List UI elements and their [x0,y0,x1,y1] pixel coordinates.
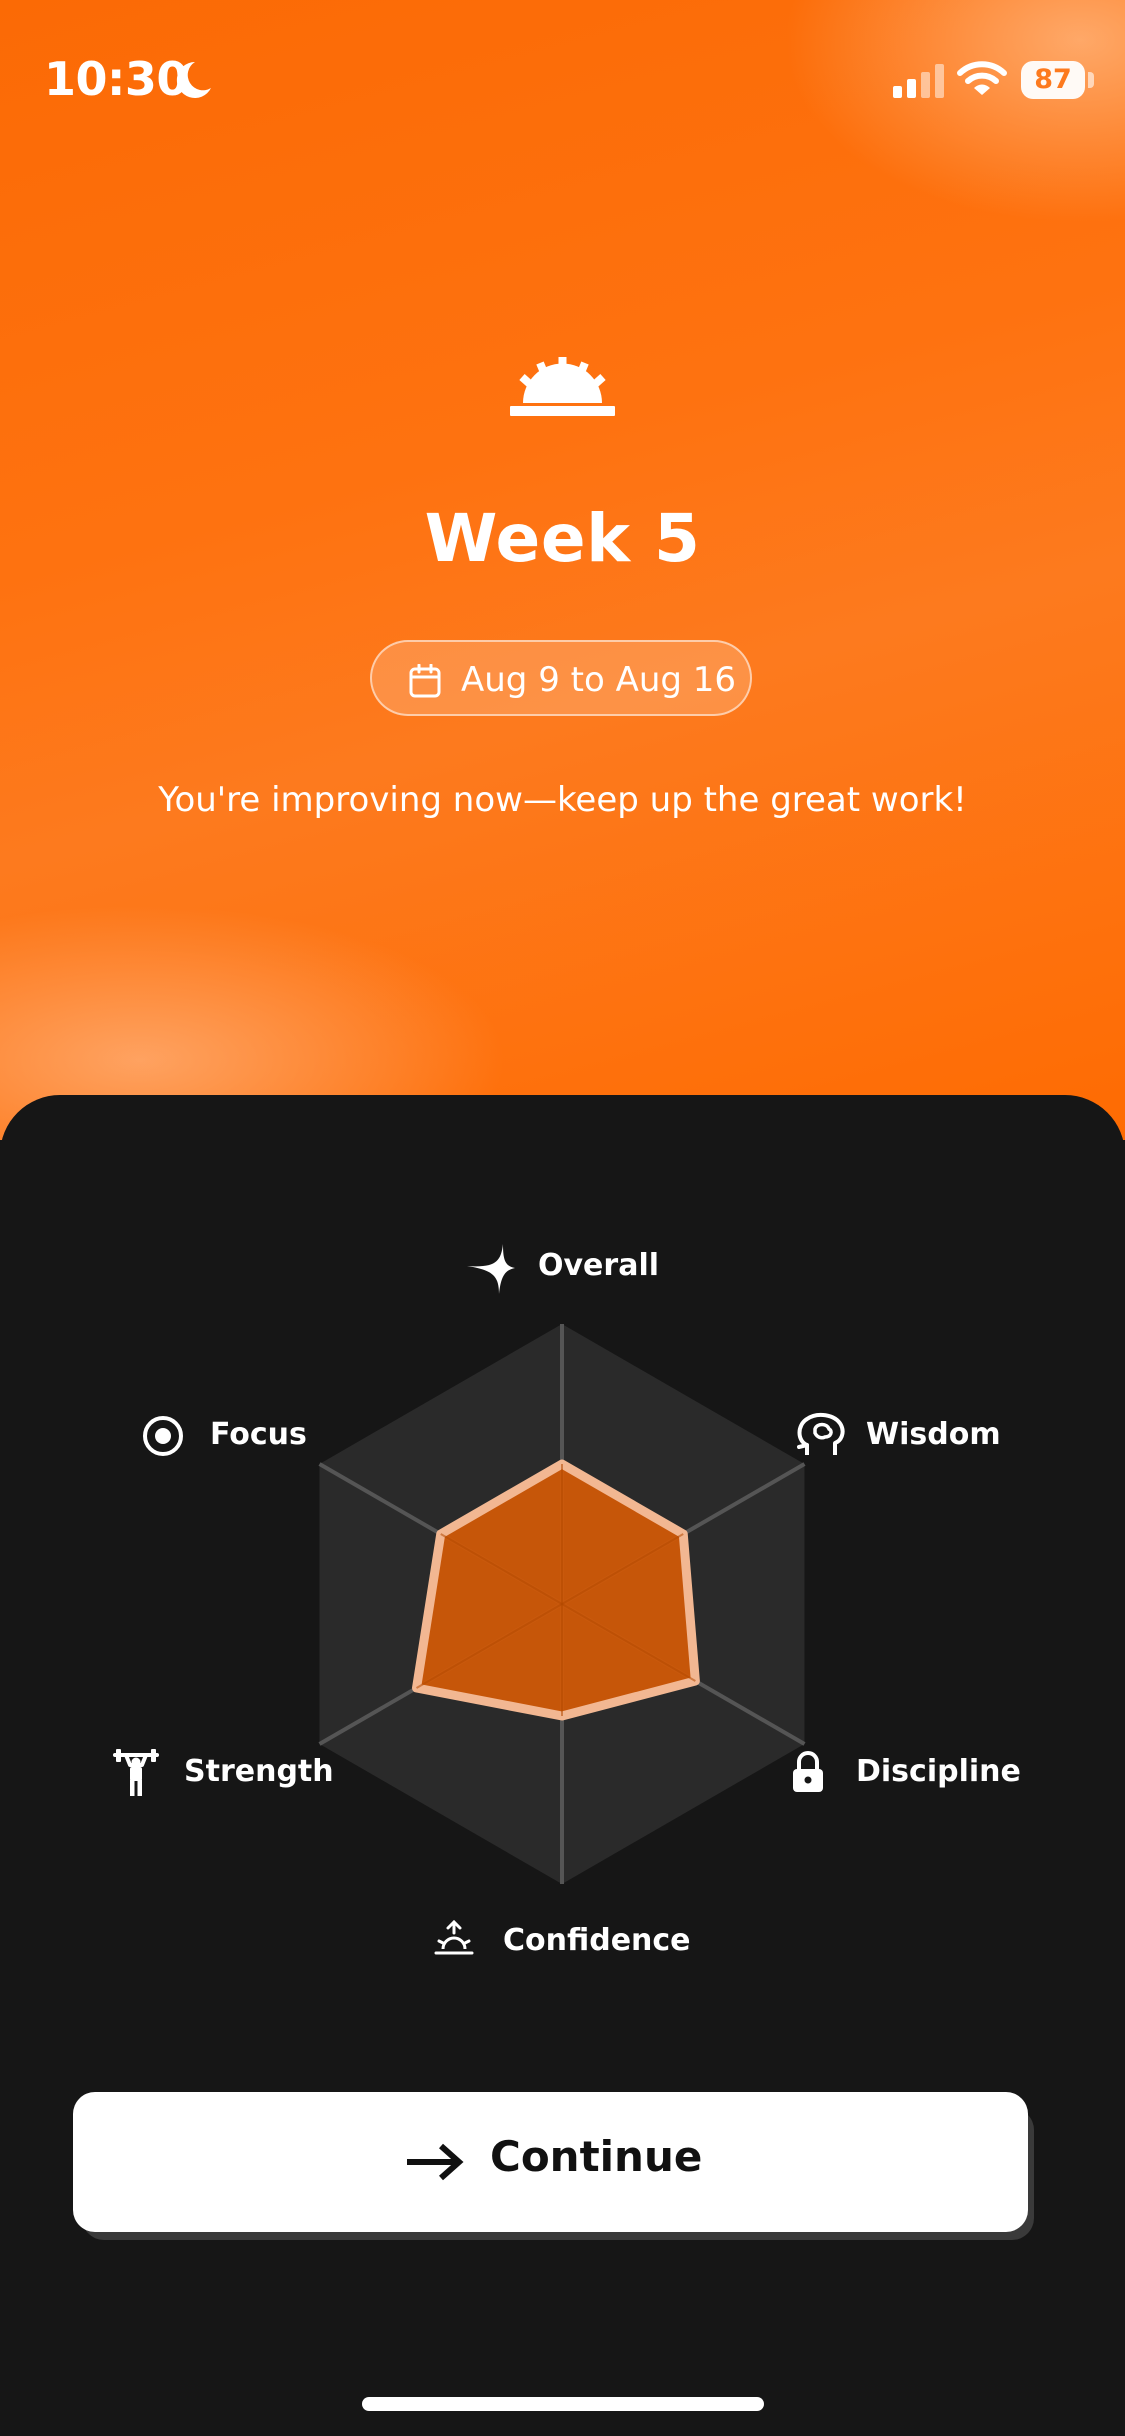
radar-point-discipline [694,1680,696,1682]
continue-button-label: Continue [490,2132,703,2181]
axis-label-overall: Overall [538,1248,660,1283]
sunrise-icon [434,1919,474,1963]
signal-icon [893,64,945,102]
axis-label-discipline: Discipline [856,1754,1021,1789]
continue-button[interactable]: Continue [73,2092,1028,2232]
radar-point-confidence [561,1715,563,1717]
radar-point-strength [416,1687,418,1689]
hero-header: 10:30 87 Week 5 Aug 9 to Aug 16 You're i… [0,0,1125,1140]
brain-head-icon [795,1411,845,1461]
sunrise-logo-icon [510,355,615,421]
lock-icon [792,1751,824,1797]
radar-point-overall [561,1463,563,1465]
radar-point-focus [440,1533,442,1535]
target-icon [141,1414,185,1462]
status-time: 10:30 [44,52,188,106]
battery-cap [1088,72,1094,88]
home-indicator[interactable] [362,2397,764,2411]
sparkle-icon [465,1242,517,1300]
calendar-icon [409,663,441,707]
battery-icon: 87 [1021,61,1085,99]
date-range-pill: Aug 9 to Aug 16 [370,640,752,716]
weightlifter-icon [113,1749,159,1801]
encouragement-message: You're improving now—keep up the great w… [158,780,967,820]
page-title: Week 5 [424,500,701,577]
date-range-text: Aug 9 to Aug 16 [461,660,737,700]
battery-level: 87 [1034,64,1072,95]
status-bar: 10:30 87 [0,0,1125,160]
moon-icon [175,60,213,104]
radar-point-wisdom [682,1533,684,1535]
axis-label-confidence: Confidence [503,1923,691,1958]
arrow-right-icon [405,2142,467,2186]
axis-label-wisdom: Wisdom [866,1417,1001,1452]
axis-label-strength: Strength [184,1754,334,1789]
axis-label-focus: Focus [210,1417,307,1452]
wifi-icon [957,60,1007,102]
